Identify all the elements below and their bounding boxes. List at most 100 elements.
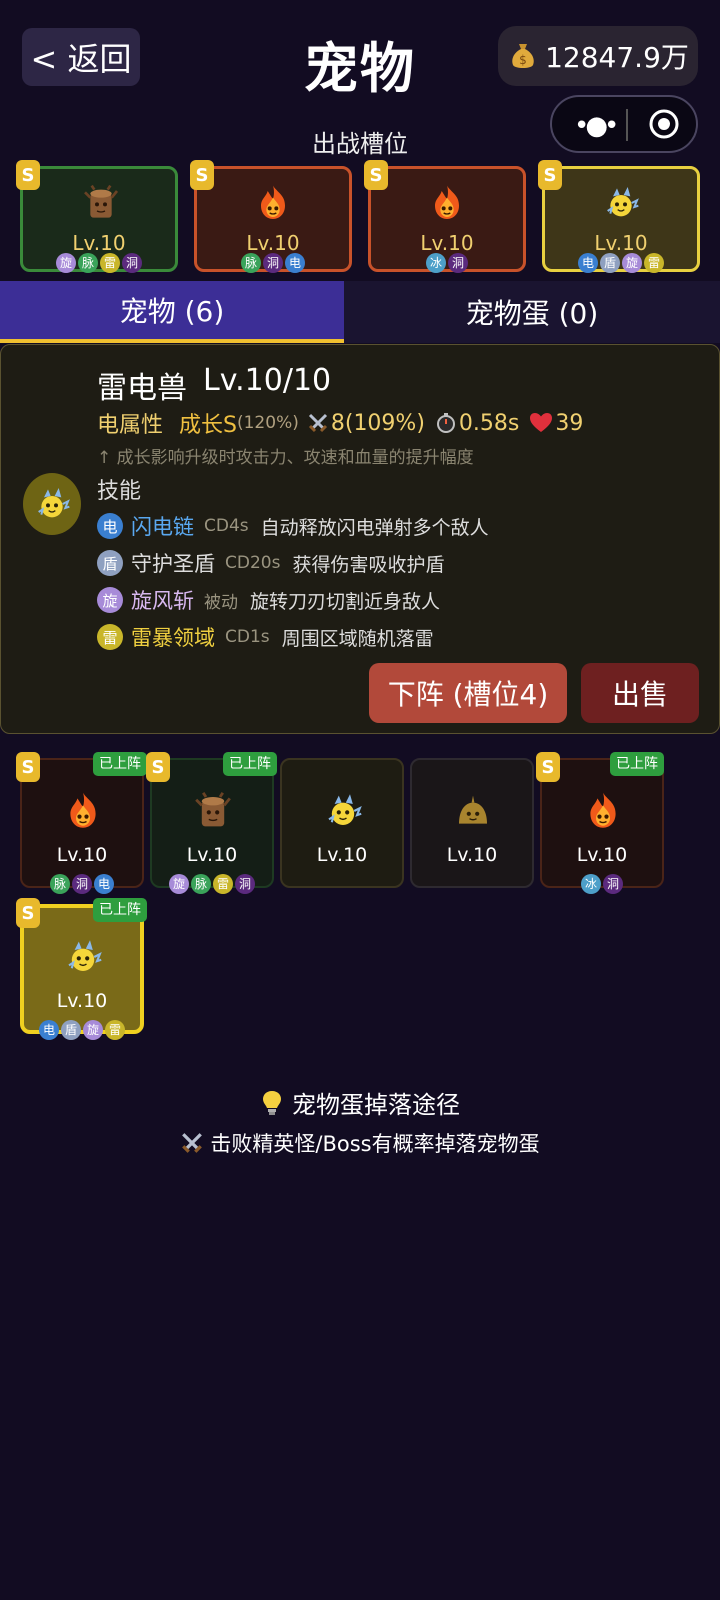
skill-badge: 盾 [97,550,123,576]
skill-description: 旋转刀刃切割近身敌人 [250,590,441,613]
battle-slot-1[interactable]: Lv.10 旋 脉 雷 洞 [20,166,178,273]
pet-card[interactable]: Lv.10 [410,758,534,888]
tag-swirl: 旋 [622,253,642,273]
pet-name: 雷电兽 [97,371,187,406]
tag-electric: 电 [39,1020,59,1040]
crossed-swords-icon [182,1133,203,1153]
tag-hole: 洞 [603,874,623,894]
skill-cooldown: CD1s [225,627,270,647]
fire-spirit-icon [253,183,293,223]
pet-level: Lv.10/10 [203,363,332,398]
tag-swirl: 旋 [169,874,189,894]
speed-stat: 0.58s [435,411,519,436]
pet-card-level: Lv.10 [446,844,498,866]
fire-spirit-icon [427,183,467,223]
crossed-swords-icon [308,413,327,433]
equipped-badge: 已上阵 [610,752,664,776]
skill-row: 电 闪电链 CD4s 自动释放闪电弹射多个敌人 [97,511,489,541]
equipped-badge: 已上阵 [93,752,147,776]
slot-level: Lv.10 [594,231,648,255]
tag-hole: 洞 [235,874,255,894]
equipped-badge: 已上阵 [223,752,277,776]
pet-card-level: Lv.10 [56,990,108,1012]
tag-pulse: 脉 [78,253,98,273]
skill-name: 雷暴领域 [131,626,215,650]
pet-attribute: 电属性 [97,413,164,438]
skill-cooldown: CD20s [225,553,281,573]
slot-tags: 旋 脉 雷 洞 [23,253,175,273]
rank-badge: S [146,752,170,782]
pet-card-tags: 脉 洞 电 [22,874,142,894]
tag-ice: 冰 [426,253,446,273]
skill-cooldown: 被动 [204,592,238,613]
rank-badge: S [190,160,214,190]
tag-ice: 冰 [581,874,601,894]
slot-level: Lv.10 [420,231,474,255]
tag-hole: 洞 [448,253,468,273]
pet-card-tags: 电 盾 旋 雷 [24,1020,140,1040]
thunder-beast-icon [601,183,641,223]
thunder-beast-icon [322,790,364,832]
battle-slots-title: 出战槽位 [312,130,408,158]
hp-stat: 39 [529,411,583,436]
battle-slot-2[interactable]: Lv.10 脉 洞 电 [194,166,352,273]
heart-icon [530,413,553,432]
tag-hole: 洞 [122,253,142,273]
pet-card-level: Lv.10 [316,844,368,866]
speed-value: 0.58s [458,410,520,436]
fire-spirit-icon [582,790,624,832]
egg-source-title-text: 宠物蛋掉落途径 [292,1091,460,1119]
pet-growth-percent: (120%) [236,413,299,433]
battle-slot-3[interactable]: Lv.10 冰 洞 [368,166,526,273]
skill-row: 盾 守护圣盾 CD20s 获得伤害吸收护盾 [97,548,444,578]
mud-creature-icon [452,790,494,832]
rank-badge: S [16,160,40,190]
equipped-badge: 已上阵 [93,898,147,922]
tab-pet-eggs[interactable]: 宠物蛋 (0) [344,281,720,343]
thunder-beast-icon [62,936,104,978]
tag-thunder: 雷 [105,1020,125,1040]
tag-thunder: 雷 [100,253,120,273]
pet-card[interactable]: Lv.10 [280,758,404,888]
rank-badge: S [364,160,388,190]
rank-badge: S [538,160,562,190]
skill-cooldown: CD4s [204,516,249,536]
sell-button[interactable]: 出售 [581,663,699,723]
skill-description: 自动释放闪电弹射多个敌人 [260,516,489,539]
tag-hole: 洞 [72,874,92,894]
tree-stump-icon [192,790,234,832]
tag-pulse: 脉 [191,874,211,894]
money-bag-icon: $ [512,44,534,68]
slot-tags: 脉 洞 电 [197,253,349,273]
tag-swirl: 旋 [56,253,76,273]
tab-pets[interactable]: 宠物 (6) [0,281,344,343]
skill-description: 获得伤害吸收护盾 [292,553,445,576]
skill-name: 守护圣盾 [131,552,215,576]
svg-text:$: $ [519,53,527,67]
thunder-beast-icon [32,484,72,524]
tag-pulse: 脉 [50,874,70,894]
pet-card-tags: 冰 洞 [542,874,662,894]
pet-card-tags: 旋 脉 雷 洞 [152,874,272,894]
tag-electric: 电 [578,253,598,273]
tag-pulse: 脉 [241,253,261,273]
pet-growth: 成长S [179,413,237,438]
tag-thunder: 雷 [644,253,664,273]
skill-row: 雷 雷暴领域 CD1s 周围区域随机落雷 [97,622,434,652]
pet-card-level: Lv.10 [186,844,238,866]
coin-amount: 12847.9万 [545,41,689,74]
unequip-button[interactable]: 下阵 (槽位4) [369,663,567,723]
skill-badge: 雷 [97,624,123,650]
egg-source-desc-text: 击败精英怪/Boss有概率掉落宠物蛋 [210,1132,540,1156]
tag-hole: 洞 [263,253,283,273]
battle-slot-4[interactable]: Lv.10 电 盾 旋 雷 [542,166,700,273]
rank-badge: S [16,752,40,782]
coin-balance: $ 12847.9万 [498,26,698,86]
tag-electric: 电 [94,874,114,894]
fire-spirit-icon [62,790,104,832]
pet-avatar [23,473,81,535]
rank-badge: S [16,898,40,928]
skill-description: 周围区域随机落雷 [281,627,434,650]
tree-stump-icon [81,183,121,223]
attack-stat: 8(109%) [307,411,425,436]
